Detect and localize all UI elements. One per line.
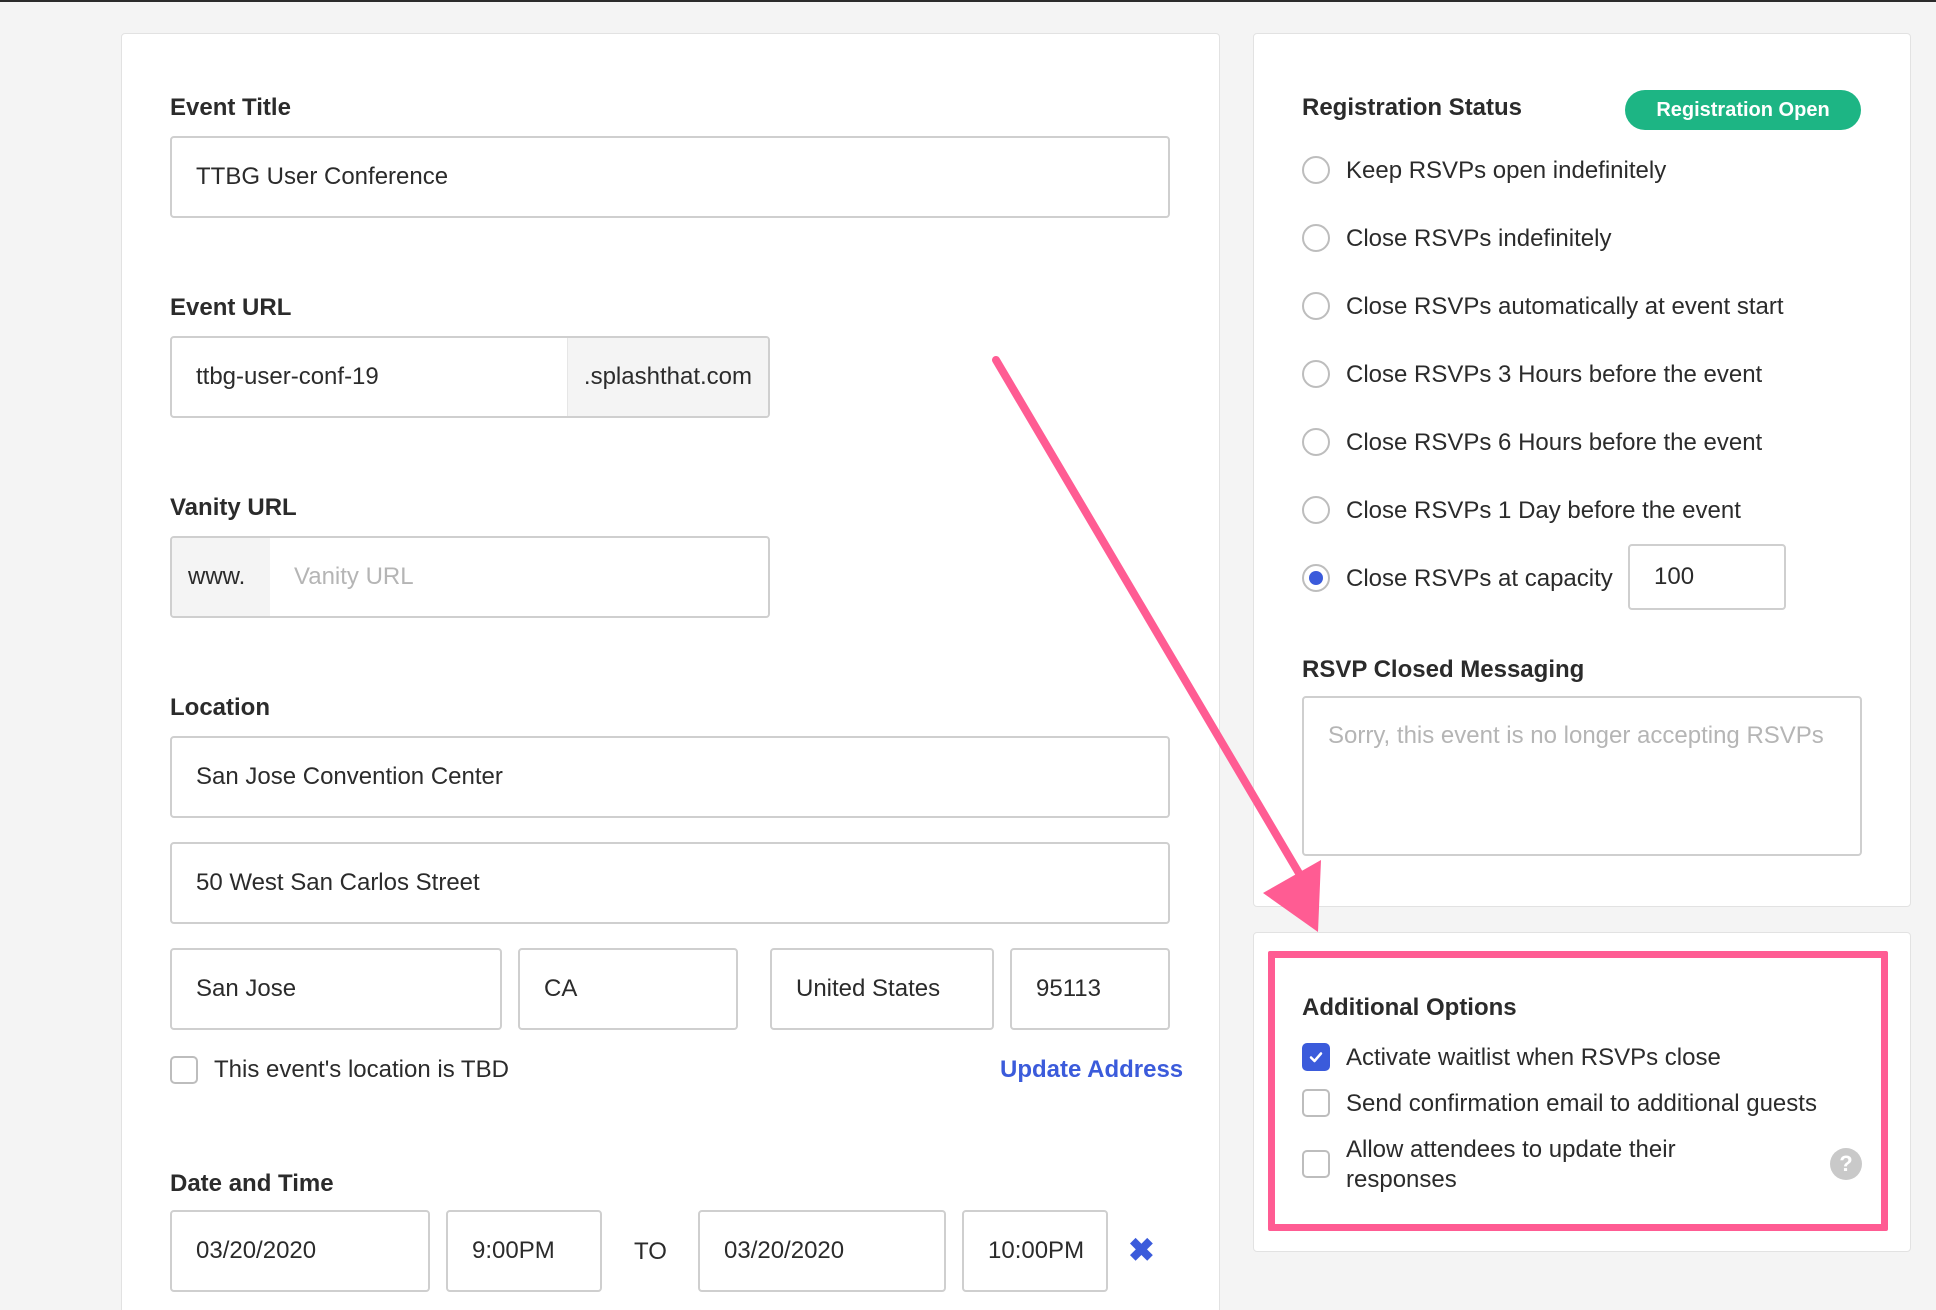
annotation-arrow (992, 356, 1321, 932)
